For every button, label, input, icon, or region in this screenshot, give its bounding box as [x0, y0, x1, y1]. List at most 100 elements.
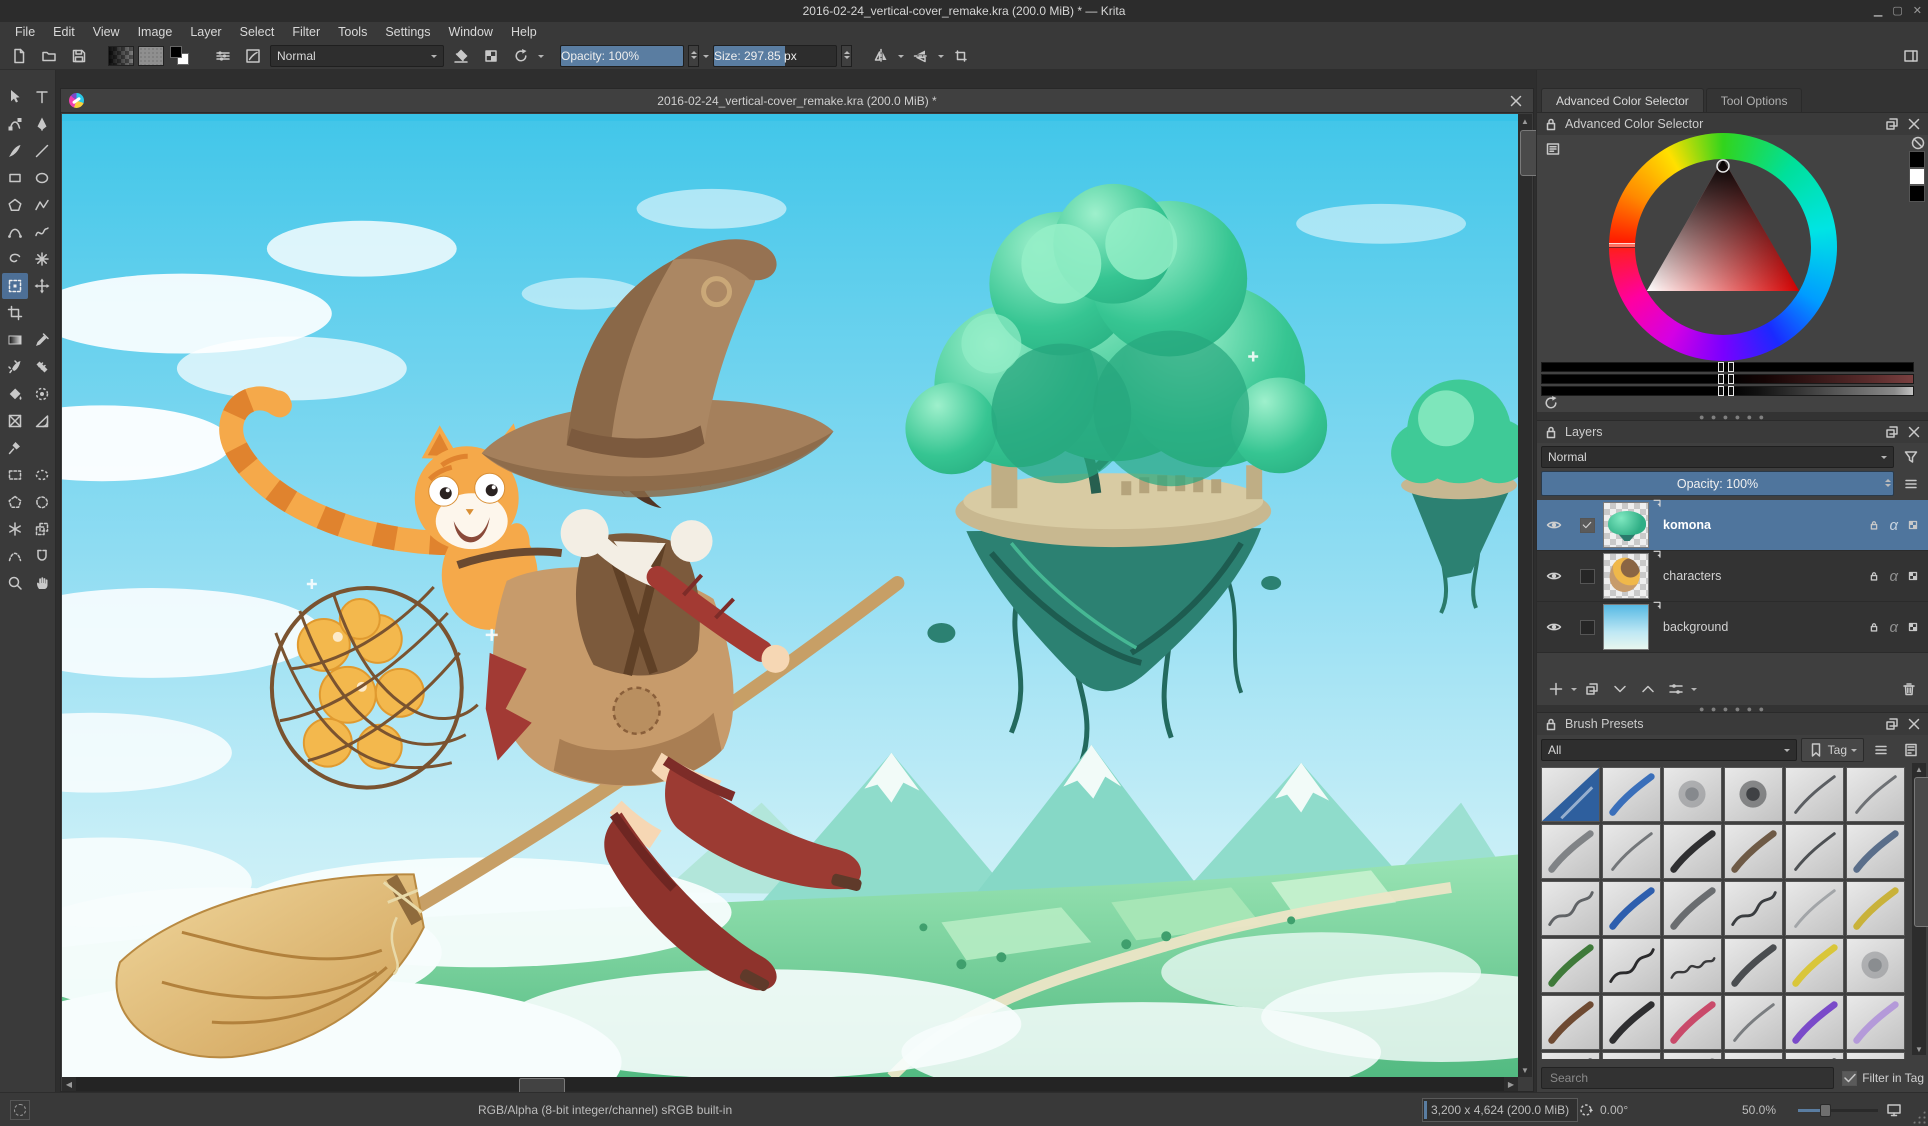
scroll-down-icon[interactable]: ▼	[1912, 1043, 1926, 1055]
brush-preset[interactable]	[1541, 824, 1600, 879]
brush-preset[interactable]	[1663, 881, 1722, 936]
brush-preset[interactable]	[1724, 1052, 1783, 1059]
menu-select[interactable]: Select	[231, 23, 284, 41]
scroll-up-icon[interactable]: ▲	[1518, 114, 1532, 128]
tool-reference-images[interactable]	[2, 435, 28, 461]
chevron-down-icon[interactable]	[703, 55, 709, 61]
layer-checkbox[interactable]	[1580, 569, 1595, 584]
tool-line[interactable]	[29, 138, 55, 164]
tool-polygon-select[interactable]	[2, 489, 28, 515]
docker-splitter[interactable]: ● ● ● ● ● ●	[1537, 413, 1928, 420]
brush-preset[interactable]	[1724, 881, 1783, 936]
acs-settings-icon[interactable]	[1545, 141, 1561, 157]
brush-preset[interactable]	[1785, 881, 1844, 936]
zoom-slider[interactable]	[1798, 1103, 1878, 1117]
pattern-chooser[interactable]	[138, 46, 164, 66]
brush-preset[interactable]	[1602, 881, 1661, 936]
close-docker-icon[interactable]	[1906, 116, 1922, 132]
move-layer-up-button[interactable]	[1635, 677, 1661, 701]
resize-grip[interactable]	[1912, 1110, 1926, 1124]
delete-layer-button[interactable]	[1896, 677, 1922, 701]
chevron-down-icon[interactable]	[898, 55, 904, 61]
selection-indicator[interactable]	[10, 1100, 30, 1120]
menu-edit[interactable]: Edit	[44, 23, 84, 41]
tool-bezier-select[interactable]	[2, 543, 28, 569]
alpha-icon[interactable]: α	[1889, 619, 1898, 636]
layer-opacity-spinner[interactable]	[1882, 472, 1893, 495]
mirror-horizontal-button[interactable]	[868, 44, 894, 68]
gradient-chooser[interactable]	[108, 46, 134, 66]
tool-rect-select[interactable]	[2, 462, 28, 488]
lock-icon[interactable]	[1543, 716, 1559, 732]
tool-magnetic-select[interactable]	[29, 543, 55, 569]
canvas-artwork[interactable]	[62, 114, 1518, 1077]
brush-preset[interactable]	[1846, 767, 1905, 822]
filter-in-tag-option[interactable]: Filter in Tag	[1842, 1071, 1924, 1086]
save-button[interactable]	[66, 44, 92, 68]
search-input[interactable]	[1541, 1067, 1834, 1089]
chevron-down-icon[interactable]	[1691, 688, 1697, 694]
layer-visibility-toggle[interactable]	[1537, 602, 1571, 652]
wrap-around-button[interactable]	[948, 44, 974, 68]
alpha-checker-icon[interactable]	[1906, 518, 1920, 532]
refresh-colors-icon[interactable]	[1543, 395, 1559, 411]
brush-option-widget[interactable]	[210, 44, 236, 68]
layer-list-options-button[interactable]	[1898, 472, 1924, 496]
tool-freehand-path[interactable]	[29, 219, 55, 245]
layer-lock-icon[interactable]	[1867, 569, 1881, 583]
alpha-icon[interactable]: α	[1889, 568, 1898, 585]
brush-preset[interactable]	[1724, 824, 1783, 879]
brush-preset[interactable]	[1541, 767, 1600, 822]
menu-settings[interactable]: Settings	[376, 23, 439, 41]
saturation-bar[interactable]	[1541, 374, 1914, 384]
brush-preset[interactable]	[1724, 938, 1783, 993]
menu-image[interactable]: Image	[129, 23, 182, 41]
tool-color-sampler[interactable]	[29, 327, 55, 353]
subwindow-close-button[interactable]	[1507, 92, 1525, 110]
brush-preset[interactable]	[1846, 938, 1905, 993]
tool-measure[interactable]	[29, 408, 55, 434]
minimize-button[interactable]: ▁	[1874, 6, 1882, 17]
hue-bar[interactable]	[1541, 362, 1914, 372]
layer-row-characters[interactable]: charactersα	[1537, 551, 1928, 602]
scroll-right-icon[interactable]: ▶	[1504, 1077, 1518, 1091]
new-document-button[interactable]	[6, 44, 32, 68]
layer-row-komona[interactable]: komonaα	[1537, 500, 1928, 551]
brush-preset[interactable]	[1663, 995, 1722, 1050]
layer-checkbox[interactable]	[1580, 518, 1595, 533]
tool-pan[interactable]	[29, 570, 55, 596]
brush-preset[interactable]	[1785, 824, 1844, 879]
brush-preset[interactable]	[1846, 824, 1905, 879]
brush-preset[interactable]	[1602, 938, 1661, 993]
layer-visibility-toggle[interactable]	[1537, 500, 1571, 550]
tool-contiguous-select[interactable]	[2, 516, 28, 542]
brush-preset[interactable]	[1663, 767, 1722, 822]
saturation-value-triangle[interactable]	[1609, 133, 1837, 361]
tool-gradient[interactable]	[2, 327, 28, 353]
size-spinner[interactable]	[841, 45, 852, 67]
scroll-left-icon[interactable]: ◀	[62, 1077, 76, 1091]
brush-editor-button[interactable]	[240, 44, 266, 68]
scroll-up-icon[interactable]: ▲	[1912, 763, 1926, 775]
brush-preset[interactable]	[1541, 1052, 1600, 1059]
brush-preset[interactable]	[1602, 767, 1661, 822]
tool-multibrush[interactable]	[29, 246, 55, 272]
menu-help[interactable]: Help	[502, 23, 546, 41]
duplicate-layer-button[interactable]	[1579, 677, 1605, 701]
brush-preset[interactable]	[1541, 995, 1600, 1050]
brush-view-options-button[interactable]	[1868, 738, 1894, 762]
tool-calligraphy[interactable]	[29, 111, 55, 137]
tool-select-shapes[interactable]	[2, 84, 28, 110]
float-docker-icon[interactable]	[1884, 716, 1900, 732]
layer-thumbnail[interactable]	[1603, 604, 1649, 650]
layer-filter-button[interactable]	[1898, 445, 1924, 469]
chevron-down-icon[interactable]	[538, 55, 544, 61]
hue-ring[interactable]	[1609, 133, 1837, 361]
tool-edit-shapes[interactable]	[2, 111, 28, 137]
layer-blending-mode-dropdown[interactable]: Normal	[1541, 446, 1894, 468]
preserve-alpha-button[interactable]	[478, 44, 504, 68]
scroll-down-icon[interactable]: ▼	[1518, 1063, 1532, 1077]
tool-move[interactable]	[29, 273, 55, 299]
tool-rectangle[interactable]	[2, 165, 28, 191]
alpha-icon[interactable]: α	[1889, 517, 1898, 534]
